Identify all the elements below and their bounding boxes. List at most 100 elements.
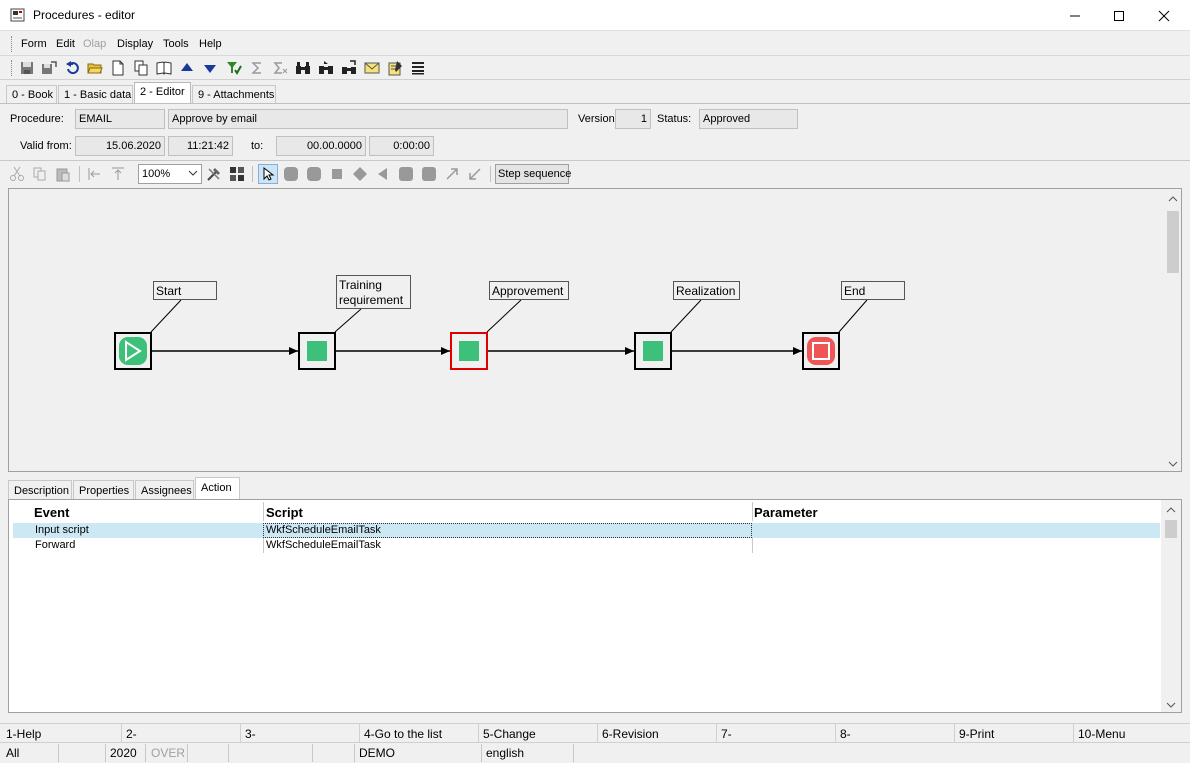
zoom-select[interactable]: 100% — [138, 164, 202, 184]
node-training-requirement[interactable] — [298, 332, 336, 370]
rounded-rect-tool-icon[interactable] — [281, 164, 301, 184]
version-field[interactable]: 1 — [615, 109, 651, 129]
square-tool-icon[interactable] — [327, 164, 347, 184]
fkey-go-to-list[interactable]: 4-Go to the list — [364, 727, 442, 741]
find-next-icon[interactable] — [316, 58, 336, 78]
table-row[interactable]: Input script WkfScheduleEmailTask — [13, 523, 1160, 538]
valid-to-time-field[interactable]: 0:00:00 — [369, 136, 434, 156]
tab-assignees[interactable]: Assignees — [135, 480, 194, 499]
column-header-parameter[interactable]: Parameter — [754, 505, 818, 520]
menu-edit[interactable]: Edit — [56, 38, 75, 50]
undo-icon[interactable] — [62, 58, 82, 78]
node-label-approvement[interactable]: Approvement — [489, 281, 569, 300]
pointer-tool-icon[interactable] — [258, 164, 278, 184]
rounded-square-tool-icon[interactable] — [304, 164, 324, 184]
cell-script[interactable]: WkfScheduleEmailTask — [266, 524, 381, 536]
node-label-realization[interactable]: Realization — [673, 281, 740, 300]
node-label-training-requirement[interactable]: Training requirement — [336, 275, 411, 309]
email-icon[interactable] — [362, 58, 382, 78]
node-start[interactable] — [114, 332, 152, 370]
tab-properties[interactable]: Properties — [73, 480, 134, 499]
canvas-vertical-scrollbar[interactable] — [1165, 189, 1181, 471]
column-header-event[interactable]: Event — [34, 505, 69, 520]
step-sequence-button[interactable]: Step sequence — [495, 164, 571, 184]
menu-help[interactable]: Help — [199, 38, 222, 50]
fkey-change[interactable]: 5-Change — [483, 727, 536, 741]
valid-from-time-field[interactable]: 11:21:42 — [168, 136, 233, 156]
fkey-8[interactable]: 8- — [840, 727, 851, 741]
chevron-down-icon[interactable] — [1168, 459, 1178, 471]
cell-event[interactable]: Input script — [35, 524, 89, 536]
new-document-icon[interactable] — [108, 58, 128, 78]
open-folder-icon[interactable] — [85, 58, 105, 78]
diamond-tool-icon[interactable] — [350, 164, 370, 184]
close-button[interactable] — [1141, 0, 1187, 31]
list-icon[interactable] — [408, 58, 428, 78]
arrow-up-icon[interactable] — [177, 58, 197, 78]
grid-scroll-thumb[interactable] — [1165, 520, 1177, 538]
menu-olap: Olap — [83, 38, 107, 50]
node-realization[interactable] — [634, 332, 672, 370]
node-label-end[interactable]: End — [841, 281, 905, 300]
procedure-code-field[interactable]: EMAIL — [75, 109, 165, 129]
tab-attachments[interactable]: 9 - Attachments — [192, 85, 276, 104]
fkey-revision[interactable]: 6-Revision — [602, 727, 659, 741]
fkey-separator — [121, 724, 122, 743]
rounded-box-alt-tool-icon[interactable] — [419, 164, 439, 184]
triangle-tool-icon[interactable] — [373, 164, 393, 184]
arrow-down-icon[interactable] — [200, 58, 220, 78]
minimize-button[interactable] — [1052, 0, 1098, 31]
arrow-down-left-icon[interactable] — [465, 164, 485, 184]
group-icon[interactable] — [227, 164, 247, 184]
tab-book[interactable]: 0 - Book — [6, 85, 57, 104]
node-end[interactable] — [802, 332, 840, 370]
status-field[interactable]: Approved — [699, 109, 798, 129]
toolbar-grip — [11, 60, 14, 76]
node-approvement[interactable] — [450, 332, 488, 370]
menu-display[interactable]: Display — [117, 38, 153, 50]
fkey-menu[interactable]: 10-Menu — [1078, 727, 1125, 741]
function-key-bar: 1-Help 2- 3- 4-Go to the list 5-Change 6… — [0, 723, 1190, 743]
save-icon[interactable] — [17, 58, 37, 78]
menu-form[interactable]: Form — [21, 38, 47, 50]
filter-check-icon[interactable] — [224, 58, 244, 78]
copy-document-icon[interactable] — [131, 58, 151, 78]
arrow-up-right-icon[interactable] — [442, 164, 462, 184]
tab-editor[interactable]: 2 - Editor — [134, 82, 191, 104]
fkey-print[interactable]: 9-Print — [959, 727, 994, 741]
cell-event[interactable]: Forward — [35, 539, 75, 551]
workflow-canvas[interactable]: Start Training requirement Approvement R… — [8, 188, 1182, 472]
fkey-3[interactable]: 3- — [245, 727, 256, 741]
tools-icon[interactable] — [204, 164, 224, 184]
grid-vertical-scrollbar[interactable] — [1161, 500, 1181, 712]
version-label: Version: — [578, 113, 618, 125]
chevron-down-icon[interactable] — [1166, 700, 1176, 712]
tab-action[interactable]: Action — [195, 477, 240, 499]
tab-basic-data[interactable]: 1 - Basic data — [58, 85, 133, 104]
table-row[interactable]: Forward WkfScheduleEmailTask — [13, 538, 1160, 553]
book-icon[interactable] — [154, 58, 174, 78]
find-replace-icon[interactable] — [339, 58, 359, 78]
maximize-button[interactable] — [1096, 0, 1142, 31]
menu-tools[interactable]: Tools — [163, 38, 189, 50]
fkey-help[interactable]: 1-Help — [6, 727, 41, 741]
valid-to-label: to: — [251, 140, 264, 152]
tab-description[interactable]: Description — [8, 480, 72, 499]
column-header-script[interactable]: Script — [266, 505, 303, 520]
chevron-up-icon[interactable] — [1168, 194, 1178, 206]
chevron-up-icon[interactable] — [1166, 505, 1176, 517]
valid-to-date-field[interactable]: 00.00.0000 — [276, 136, 366, 156]
leader-realization — [670, 299, 702, 333]
binoculars-icon[interactable] — [293, 58, 313, 78]
valid-from-date-field[interactable]: 15.06.2020 — [75, 136, 165, 156]
node-label-start[interactable]: Start — [153, 281, 217, 300]
fkey-2[interactable]: 2- — [126, 727, 137, 741]
column-divider — [263, 538, 264, 553]
canvas-scroll-thumb[interactable] — [1167, 211, 1179, 273]
procedure-name-field[interactable]: Approve by email — [168, 109, 568, 129]
save-as-icon[interactable] — [39, 58, 59, 78]
notepad-icon[interactable] — [385, 58, 405, 78]
cell-script[interactable]: WkfScheduleEmailTask — [266, 539, 381, 551]
rounded-box-tool-icon[interactable] — [396, 164, 416, 184]
fkey-7[interactable]: 7- — [721, 727, 732, 741]
